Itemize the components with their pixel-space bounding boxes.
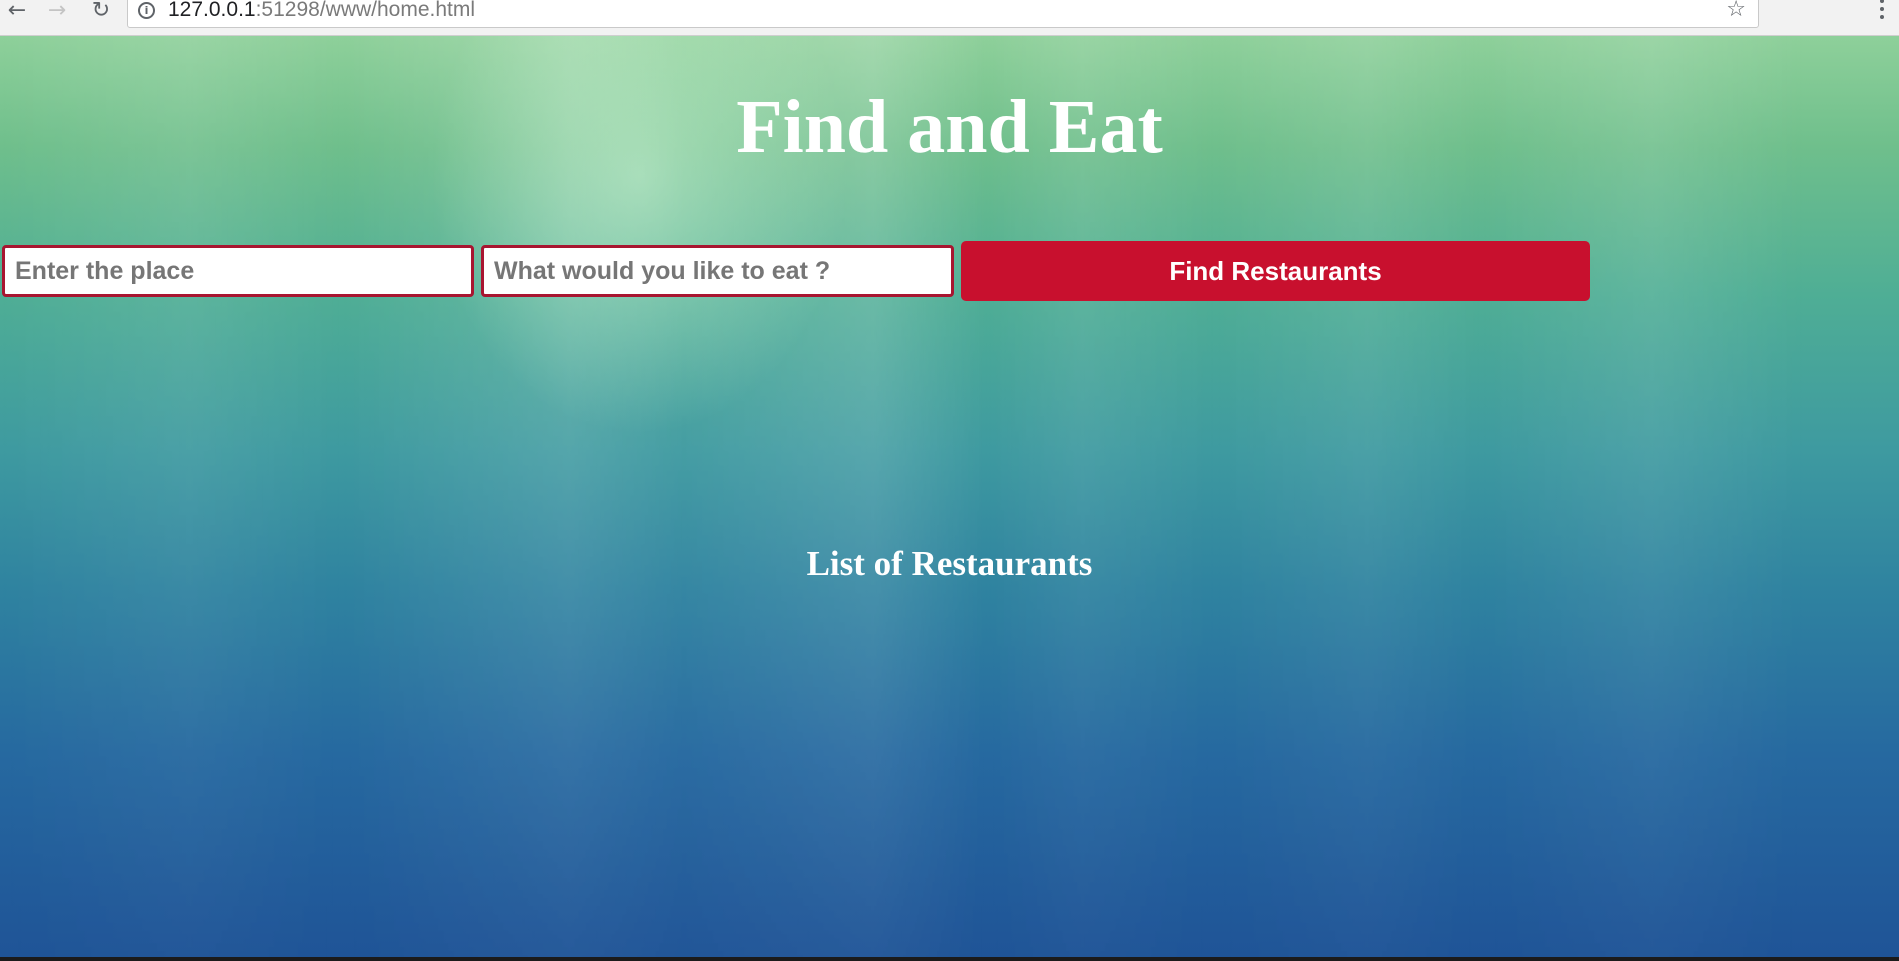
url-text[interactable]: 127.0.0.1:51298/www/home.html xyxy=(168,0,475,22)
page-title: Find and Eat xyxy=(736,85,1163,169)
star-icon[interactable]: ☆ xyxy=(1726,0,1746,22)
restaurant-list xyxy=(0,606,1899,616)
kebab-menu-icon[interactable] xyxy=(1872,0,1892,22)
search-form: Find Restaurants xyxy=(0,239,1600,301)
food-input[interactable] xyxy=(481,245,954,297)
restaurant-list-heading: List of Restaurants xyxy=(806,544,1093,583)
url-path: :51298/www/home.html xyxy=(255,0,476,21)
url-host: 127.0.0.1 xyxy=(168,0,256,21)
taskbar-strip xyxy=(0,957,1899,961)
reload-icon[interactable]: ↻ xyxy=(86,0,116,22)
background-streaks xyxy=(0,36,1899,957)
forward-arrow-icon[interactable]: → xyxy=(42,0,72,22)
page-content: Find and Eat Find Restaurants List of Re… xyxy=(0,36,1899,957)
find-restaurants-button[interactable]: Find Restaurants xyxy=(961,241,1590,301)
browser-toolbar: ← → ↻ i 127.0.0.1:51298/www/home.html ☆ xyxy=(0,0,1899,36)
back-arrow-icon[interactable]: ← xyxy=(2,0,32,22)
address-bar[interactable]: i 127.0.0.1:51298/www/home.html ☆ xyxy=(127,0,1759,28)
place-input[interactable] xyxy=(2,245,474,297)
info-icon[interactable]: i xyxy=(138,2,155,19)
